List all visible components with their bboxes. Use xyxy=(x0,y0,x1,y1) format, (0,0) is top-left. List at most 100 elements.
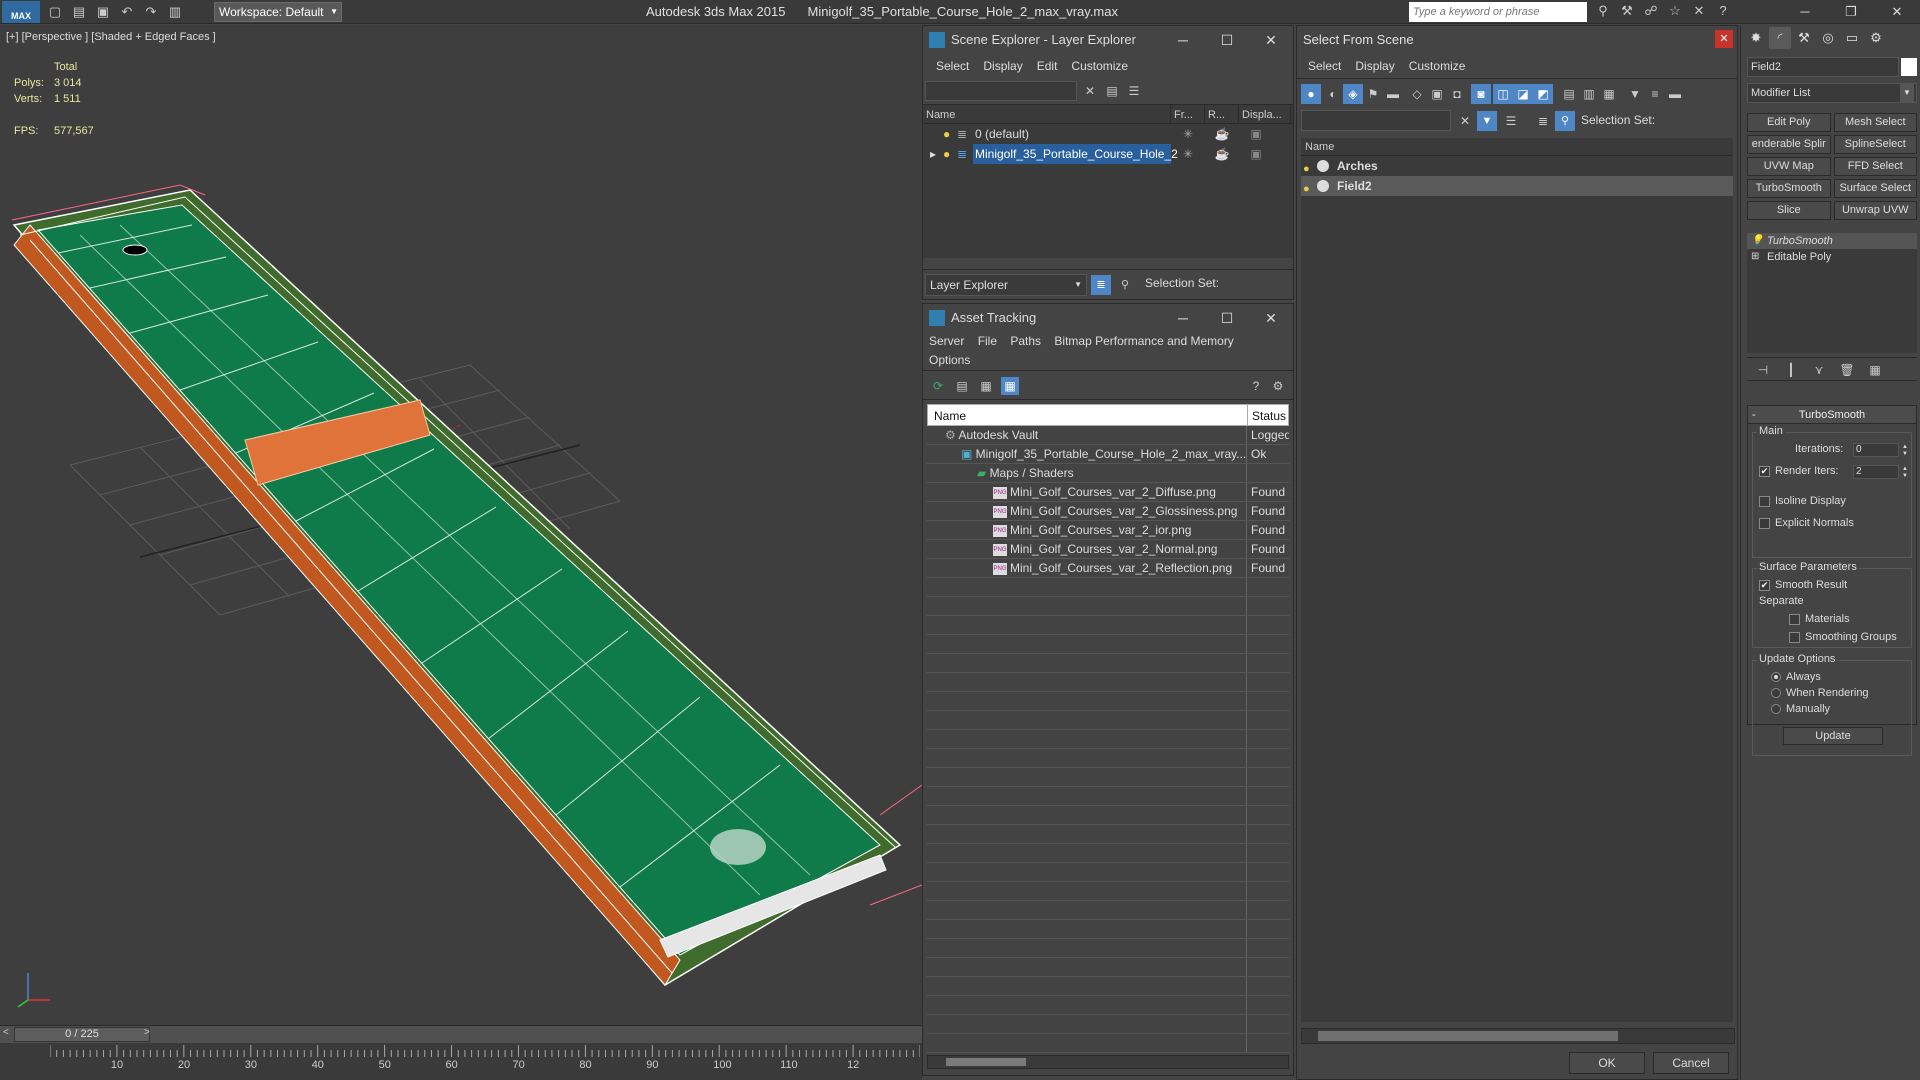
when-rendering-radio[interactable] xyxy=(1771,688,1781,699)
modifier-button[interactable]: Edit Poly xyxy=(1747,113,1831,132)
maximize-icon[interactable]: ☐ xyxy=(1205,26,1249,54)
hierarchy-icon[interactable]: ⚲ xyxy=(1115,275,1135,295)
tools-icon[interactable]: ⚒ xyxy=(1616,2,1638,20)
perspective-viewport[interactable]: [+] [Perspective ] [Shaded + Edged Faces… xyxy=(0,25,922,1025)
hierarchy-tab-icon[interactable]: ⚒ xyxy=(1793,27,1815,49)
table-view-icon[interactable]: ▦ xyxy=(1001,377,1019,395)
asset-row[interactable]: ⚙ Autodesk Vault Logged xyxy=(927,426,1289,445)
filter-icon[interactable]: ▼ xyxy=(1625,84,1645,104)
col-display[interactable]: Displa... xyxy=(1239,105,1291,123)
workspace-dropdown[interactable]: Workspace: Default ▼ xyxy=(214,2,342,22)
show-end-result-icon[interactable]: ┃ xyxy=(1779,360,1803,380)
render-teapot-icon[interactable]: ☕ xyxy=(1205,144,1239,164)
pin-stack-icon[interactable]: ⊣ xyxy=(1751,360,1775,380)
expand-arrow-icon[interactable]: ▸ xyxy=(923,144,943,164)
col-render[interactable]: R... xyxy=(1205,105,1239,123)
layer-icon[interactable]: ☰ xyxy=(1125,82,1143,100)
menu-display[interactable]: Display xyxy=(976,54,1029,78)
modifier-button[interactable]: enderable Splir xyxy=(1747,135,1831,154)
display-xrefs-icon[interactable]: ◘ xyxy=(1447,84,1467,104)
asset-row[interactable]: PNG Mini_Golf_Courses_var_2_Normal.png Fou… xyxy=(927,540,1289,559)
smoothing-groups-checkbox[interactable] xyxy=(1789,631,1800,643)
exchange-icon[interactable]: ✕ xyxy=(1688,2,1710,20)
menu-paths[interactable]: Paths xyxy=(1010,334,1041,348)
asset-row[interactable]: PNG Mini_Golf_Courses_var_2_Glossiness.pn… xyxy=(927,502,1289,521)
layer-icon[interactable]: ☰ xyxy=(1501,111,1521,131)
expand-icon[interactable]: ⊞ xyxy=(1751,249,1759,265)
binoculars-icon[interactable]: ⚲ xyxy=(1592,2,1614,20)
sort-icon[interactable]: ≡ xyxy=(1645,84,1665,104)
scrollbar-thumb[interactable] xyxy=(946,1058,1026,1066)
help-icon[interactable]: ? xyxy=(1712,2,1734,20)
list-view-icon[interactable]: ▤ xyxy=(953,377,971,395)
col-freeze[interactable]: Fr... xyxy=(1171,105,1205,123)
restore-icon[interactable]: ❐ xyxy=(1828,0,1874,24)
clear-icon[interactable]: ✕ xyxy=(1455,111,1475,131)
menu-file[interactable]: File xyxy=(978,334,997,348)
favorites-icon[interactable]: ☆ xyxy=(1664,2,1686,20)
modifier-button[interactable]: Unwrap UVW xyxy=(1833,201,1917,220)
display-cameras-icon[interactable]: ⚑ xyxy=(1363,84,1383,104)
menu-server[interactable]: Server xyxy=(929,334,964,348)
freeze-icon[interactable]: ✳ xyxy=(1171,124,1205,144)
modifier-button[interactable]: UVW Map xyxy=(1747,157,1831,176)
menu-options[interactable]: Options xyxy=(929,353,970,367)
always-radio[interactable] xyxy=(1771,672,1781,683)
motion-tab-icon[interactable]: ◎ xyxy=(1817,27,1839,49)
utilities-tab-icon[interactable]: ⚙ xyxy=(1865,27,1887,49)
select-from-scene-title-bar[interactable]: Select From Scene ✕ xyxy=(1297,26,1737,54)
display-bones-icon[interactable]: ◙ xyxy=(1471,84,1491,104)
horizontal-scrollbar[interactable] xyxy=(927,1055,1289,1069)
filter-icon[interactable]: ▤ xyxy=(1103,82,1121,100)
modify-tab-icon[interactable]: ◜ xyxy=(1769,27,1791,49)
display-lights-icon[interactable]: ◈ xyxy=(1343,84,1363,104)
display-hidden-icon[interactable]: ◩ xyxy=(1533,84,1553,104)
scrollbar-thumb[interactable] xyxy=(1318,1031,1618,1041)
explorer-type-dropdown[interactable]: Layer Explorer ▼ xyxy=(925,274,1087,296)
asset-row[interactable]: ▣ Minigolf_35_Portable_Course_Hole_2_max… xyxy=(927,445,1289,464)
clear-icon[interactable]: ✕ xyxy=(1081,82,1099,100)
object-row-field2[interactable]: ● Field2 xyxy=(1301,176,1733,196)
help-icon[interactable]: ? xyxy=(1247,377,1265,395)
display-spacewarps-icon[interactable]: ◇ xyxy=(1407,84,1427,104)
modifier-list-dropdown[interactable]: Modifier List ▼ xyxy=(1747,83,1917,103)
display-groups-icon[interactable]: ▣ xyxy=(1427,84,1447,104)
close-icon[interactable]: ✕ xyxy=(1874,0,1920,24)
layer-explorer-icon[interactable]: ≣ xyxy=(1091,275,1111,295)
lightbulb-icon[interactable]: ● xyxy=(943,124,957,144)
spinner-arrows-icon[interactable]: ▲ ▼ xyxy=(1902,444,1908,458)
app-logo[interactable]: MAX xyxy=(2,1,40,23)
new-file-icon[interactable]: ▢ xyxy=(44,3,66,21)
make-unique-icon[interactable]: ⋎ xyxy=(1807,360,1831,380)
close-icon[interactable]: ✕ xyxy=(1249,26,1293,54)
settings-icon[interactable]: ⚙ xyxy=(1269,377,1287,395)
asset-tracking-title-bar[interactable]: Asset Tracking ─ ☐ ✕ xyxy=(923,304,1293,332)
manually-radio[interactable] xyxy=(1771,704,1781,715)
horizontal-scrollbar[interactable] xyxy=(1301,1028,1735,1044)
close-icon[interactable]: ✕ xyxy=(1249,304,1293,332)
display-containers-icon[interactable]: ◫ xyxy=(1493,84,1513,104)
minimize-icon[interactable]: ─ xyxy=(1161,304,1205,332)
time-slider[interactable]: 0 / 225 xyxy=(14,1027,150,1042)
filter-icon[interactable]: ▼ xyxy=(1477,111,1497,131)
asset-row[interactable]: PNG Mini_Golf_Courses_var_2_Reflection.pn… xyxy=(927,559,1289,578)
asset-row[interactable]: PNG Mini_Golf_Courses_var_2_Diffuse.png Fo… xyxy=(927,483,1289,502)
viewport-label[interactable]: [+] [Perspective ] [Shaded + Edged Faces… xyxy=(6,31,216,43)
find-input[interactable] xyxy=(1301,110,1451,131)
maximize-icon[interactable]: ☐ xyxy=(1205,304,1249,332)
menu-display[interactable]: Display xyxy=(1348,54,1401,78)
display-icon[interactable]: ▣ xyxy=(1239,144,1273,164)
col-name[interactable]: Name xyxy=(928,405,1248,425)
project-folder-icon[interactable]: ▥ xyxy=(164,3,186,21)
save-icon[interactable]: ▣ xyxy=(92,3,114,21)
object-row-arches[interactable]: ● Arches xyxy=(1301,156,1733,176)
subscription-icon[interactable]: ☍ xyxy=(1640,2,1662,20)
render-iters-spinner[interactable]: 2 ▲ ▼ xyxy=(1853,465,1908,479)
menu-edit[interactable]: Edit xyxy=(1030,54,1065,78)
spinner-arrows-icon[interactable]: ▲ ▼ xyxy=(1902,466,1908,480)
next-frame-icon[interactable]: > xyxy=(144,1027,150,1038)
asset-row[interactable]: PNG Mini_Golf_Courses_var_2_ior.png Found xyxy=(927,521,1289,540)
search-input[interactable]: Type a keyword or phrase xyxy=(1409,2,1587,22)
iterations-spinner[interactable]: 0 ▲ ▼ xyxy=(1853,443,1908,457)
object-list-header[interactable]: Name xyxy=(1301,138,1733,156)
